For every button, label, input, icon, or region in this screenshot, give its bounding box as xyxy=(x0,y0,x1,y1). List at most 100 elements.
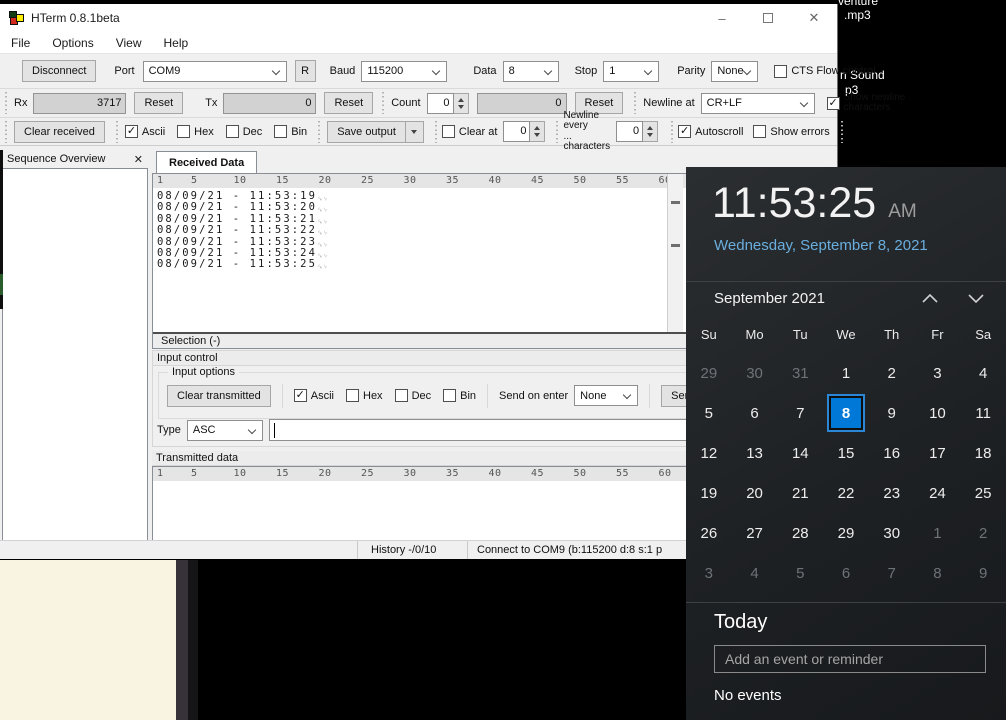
toolbar-grip[interactable] xyxy=(633,92,637,114)
clear-transmitted-button[interactable]: Clear transmitted xyxy=(167,385,271,407)
input-type-select[interactable]: ASC xyxy=(187,420,263,441)
day-2[interactable]: 2 xyxy=(966,516,1000,550)
toolbar-grip[interactable] xyxy=(381,92,385,114)
tx-reset-button[interactable]: Reset xyxy=(324,92,373,114)
day-29[interactable]: 29 xyxy=(829,516,863,550)
menu-view[interactable]: View xyxy=(105,36,153,50)
day-7[interactable]: 7 xyxy=(783,396,817,430)
day-20[interactable]: 20 xyxy=(738,476,772,510)
day-24[interactable]: 24 xyxy=(920,476,954,510)
tab-received-data[interactable]: Received Data xyxy=(156,151,257,173)
menu-help[interactable]: Help xyxy=(153,36,200,50)
port-select[interactable]: COM9 xyxy=(143,61,287,82)
maximize-icon[interactable] xyxy=(745,4,791,32)
rx-ascii-checkbox[interactable] xyxy=(125,125,138,138)
day-17[interactable]: 17 xyxy=(920,436,954,470)
day-1[interactable]: 1 xyxy=(920,516,954,550)
disconnect-button[interactable]: Disconnect xyxy=(22,60,96,82)
day-3[interactable]: 3 xyxy=(692,556,726,590)
day-13[interactable]: 13 xyxy=(738,436,772,470)
day-8-selected[interactable]: 8 xyxy=(829,396,863,430)
day-3[interactable]: 3 xyxy=(920,356,954,390)
toolbar-grip[interactable] xyxy=(555,121,559,143)
spin-up-icon[interactable] xyxy=(647,126,653,130)
save-output-dropdown-icon[interactable] xyxy=(406,121,424,143)
day-29[interactable]: 29 xyxy=(692,356,726,390)
day-30[interactable]: 30 xyxy=(875,516,909,550)
count-spinner[interactable]: 0 xyxy=(427,93,469,114)
toolbar-grip[interactable] xyxy=(840,121,844,143)
rx-bin-checkbox[interactable] xyxy=(274,125,287,138)
toolbar-grip[interactable] xyxy=(317,121,321,143)
newline-at-select[interactable]: CR+LF xyxy=(701,93,815,114)
minimize-icon[interactable]: – xyxy=(699,4,745,32)
clear-received-button[interactable]: Clear received xyxy=(14,121,105,143)
day-12[interactable]: 12 xyxy=(692,436,726,470)
day-31[interactable]: 31 xyxy=(783,356,817,390)
autoscroll-checkbox[interactable] xyxy=(678,125,691,138)
save-output-button[interactable]: Save output xyxy=(327,121,406,143)
menu-file[interactable]: File xyxy=(0,36,41,50)
day-30[interactable]: 30 xyxy=(738,356,772,390)
data-bits-select[interactable]: 8 xyxy=(503,61,559,82)
rx-dec-checkbox[interactable] xyxy=(226,125,239,138)
parity-select[interactable]: None xyxy=(711,61,758,82)
spin-down-icon[interactable] xyxy=(458,105,464,109)
close-icon[interactable]: ✕ xyxy=(791,4,837,32)
day-9[interactable]: 9 xyxy=(966,556,1000,590)
day-5[interactable]: 5 xyxy=(783,556,817,590)
toolbar-grip[interactable] xyxy=(670,121,674,143)
day-27[interactable]: 27 xyxy=(738,516,772,550)
day-18[interactable]: 18 xyxy=(966,436,1000,470)
day-15[interactable]: 15 xyxy=(829,436,863,470)
chevron-up-icon[interactable] xyxy=(922,294,938,303)
day-21[interactable]: 21 xyxy=(783,476,817,510)
toolbar-grip[interactable] xyxy=(115,121,119,143)
day-25[interactable]: 25 xyxy=(966,476,1000,510)
day-7[interactable]: 7 xyxy=(875,556,909,590)
day-6[interactable]: 6 xyxy=(738,396,772,430)
rx-hex-checkbox[interactable] xyxy=(177,125,190,138)
tx-hex-checkbox[interactable] xyxy=(346,389,359,402)
day-9[interactable]: 9 xyxy=(875,396,909,430)
day-10[interactable]: 10 xyxy=(920,396,954,430)
menu-options[interactable]: Options xyxy=(41,36,104,50)
spin-down-icon[interactable] xyxy=(647,133,653,137)
toolbar-grip[interactable] xyxy=(434,121,438,143)
day-2[interactable]: 2 xyxy=(875,356,909,390)
day-23[interactable]: 23 xyxy=(875,476,909,510)
chevron-down-icon[interactable] xyxy=(968,294,984,303)
send-on-enter-select[interactable]: None xyxy=(574,385,638,406)
toolbar-grip[interactable] xyxy=(4,92,8,114)
rx-reset-button[interactable]: Reset xyxy=(134,92,183,114)
day-28[interactable]: 28 xyxy=(783,516,817,550)
cts-flow-control-checkbox[interactable] xyxy=(774,65,787,78)
newline-every-spinner[interactable]: 0 xyxy=(616,121,658,142)
show-errors-checkbox[interactable] xyxy=(753,125,766,138)
day-11[interactable]: 11 xyxy=(966,396,1000,430)
stop-bits-select[interactable]: 1 xyxy=(603,61,659,82)
tx-dec-checkbox[interactable] xyxy=(395,389,408,402)
day-16[interactable]: 16 xyxy=(875,436,909,470)
day-6[interactable]: 6 xyxy=(829,556,863,590)
close-panel-icon[interactable]: ✕ xyxy=(134,153,143,166)
clear-at-checkbox[interactable] xyxy=(442,125,455,138)
day-1[interactable]: 1 xyxy=(829,356,863,390)
day-4[interactable]: 4 xyxy=(966,356,1000,390)
month-header[interactable]: September 2021 xyxy=(714,290,825,307)
spin-up-icon[interactable] xyxy=(534,126,540,130)
toolbar-grip[interactable] xyxy=(4,121,8,143)
tx-ascii-checkbox[interactable] xyxy=(294,389,307,402)
clock-date-link[interactable]: Wednesday, September 8, 2021 xyxy=(714,237,928,254)
spin-down-icon[interactable] xyxy=(534,133,540,137)
day-22[interactable]: 22 xyxy=(829,476,863,510)
day-26[interactable]: 26 xyxy=(692,516,726,550)
baud-select[interactable]: 115200 xyxy=(361,61,447,82)
tx-bin-checkbox[interactable] xyxy=(443,389,456,402)
day-5[interactable]: 5 xyxy=(692,396,726,430)
vertical-scrollbar[interactable] xyxy=(667,174,683,332)
spin-up-icon[interactable] xyxy=(458,98,464,102)
day-8[interactable]: 8 xyxy=(920,556,954,590)
day-4[interactable]: 4 xyxy=(738,556,772,590)
clear-at-spinner[interactable]: 0 xyxy=(503,121,545,142)
